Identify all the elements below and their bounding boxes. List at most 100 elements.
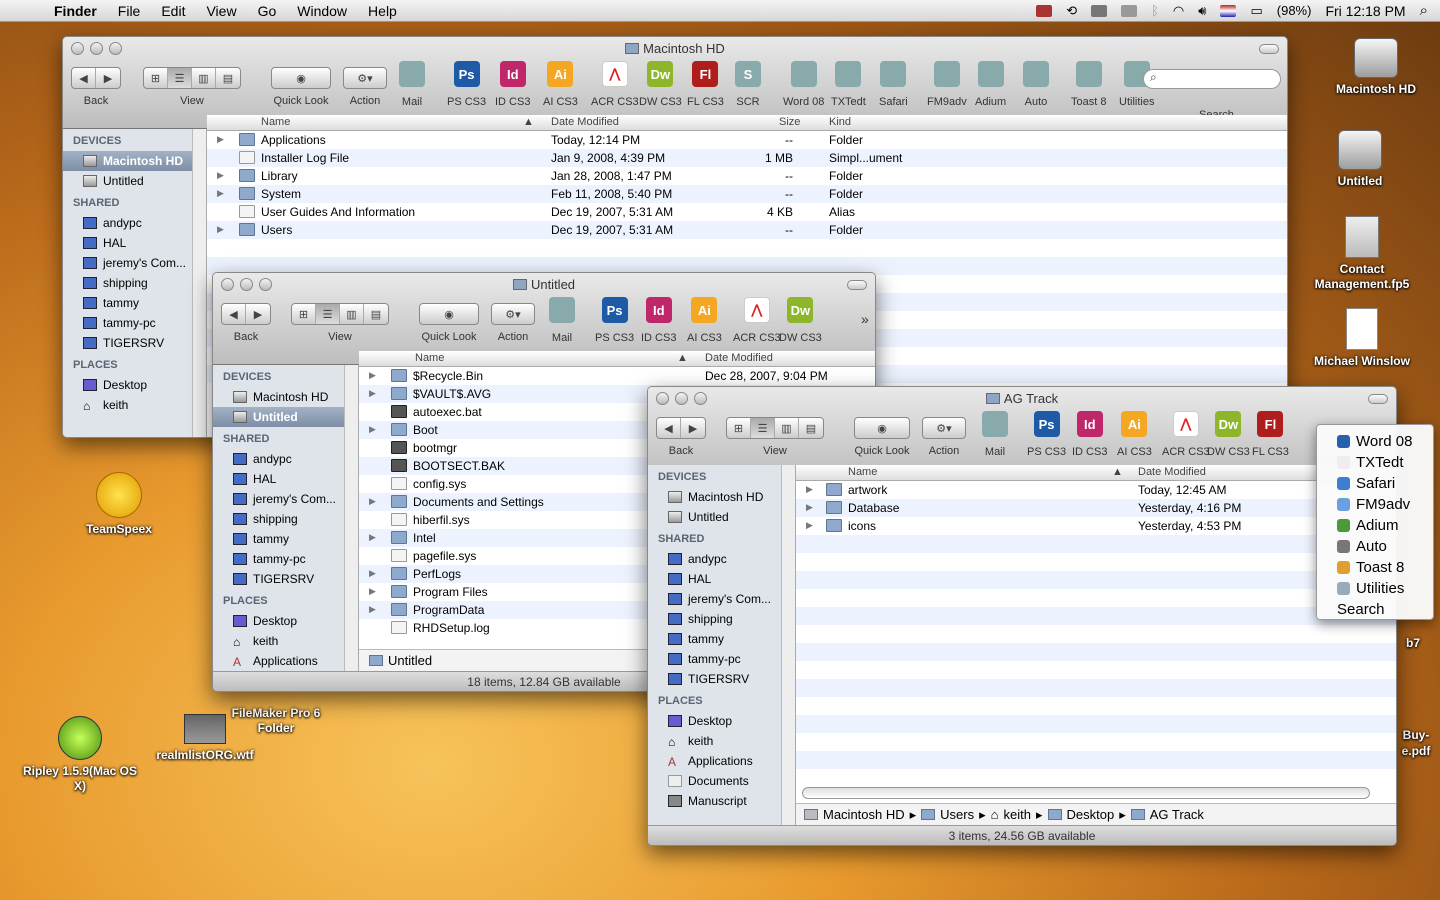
sidebar-item-shared[interactable]: shipping xyxy=(213,509,358,529)
sidebar-item-desktop[interactable]: Desktop xyxy=(213,611,358,631)
disclosure-triangle-icon[interactable]: ▶ xyxy=(369,424,376,435)
toolbar-id-cs3-button[interactable]: Id ID CS3 xyxy=(641,297,676,344)
toolbar-txtedt-button[interactable]: TXTedt xyxy=(831,61,866,108)
quick-look-button[interactable]: ◉ Quick Look xyxy=(271,61,331,107)
action-button[interactable]: ⚙▾ Action xyxy=(491,297,535,343)
toolbar-toggle-button[interactable] xyxy=(847,280,867,290)
sidebar-item-shared[interactable]: TIGERSRV xyxy=(213,569,358,589)
disclosure-triangle-icon[interactable]: ▶ xyxy=(217,224,224,235)
disclosure-triangle-icon[interactable]: ▶ xyxy=(806,502,813,513)
toolbar-ai-cs3-button[interactable]: Ai AI CS3 xyxy=(1117,411,1152,458)
quick-look-button[interactable]: ◉ Quick Look xyxy=(854,411,910,457)
column-name[interactable]: Name xyxy=(261,116,290,128)
overflow-menu-item[interactable]: Safari xyxy=(1317,473,1433,494)
column-date-modified[interactable]: Date Modified xyxy=(551,116,619,128)
menu-edit[interactable]: Edit xyxy=(161,3,185,19)
forward-arrow-icon[interactable]: ▶ xyxy=(681,418,705,438)
column-date-modified[interactable]: Date Modified xyxy=(1138,466,1206,478)
disclosure-triangle-icon[interactable]: ▶ xyxy=(369,532,376,543)
sidebar-item-shared[interactable]: HAL xyxy=(63,233,206,253)
table-row[interactable]: Installer Log File Jan 9, 2008, 4:39 PM 1 … xyxy=(207,149,1287,167)
toolbar-toggle-button[interactable] xyxy=(1368,394,1388,404)
battery-icon[interactable]: ▭ xyxy=(1250,3,1262,19)
sidebar-item-shared[interactable]: jeremy's Com... xyxy=(648,589,795,609)
time-machine-icon[interactable]: ⟲ xyxy=(1066,3,1077,19)
disclosure-triangle-icon[interactable]: ▶ xyxy=(369,370,376,381)
toolbar-overflow-chevron-icon[interactable]: » xyxy=(861,311,869,327)
toolbar-safari-button[interactable]: Safari xyxy=(879,61,908,108)
sidebar-item-untitled[interactable]: Untitled xyxy=(63,171,206,191)
overflow-menu-item[interactable]: Word 08 xyxy=(1317,431,1433,452)
toolbar-id-cs3-button[interactable]: Id ID CS3 xyxy=(495,61,530,108)
sidebar-item-desktop[interactable]: Desktop xyxy=(648,711,795,731)
forward-arrow-icon[interactable]: ▶ xyxy=(246,304,270,324)
wifi-icon[interactable]: ◠ xyxy=(1173,3,1184,19)
sidebar-item-desktop[interactable]: Desktop xyxy=(63,375,206,395)
path-item[interactable]: keith xyxy=(1004,807,1031,822)
sidebar-item-applications[interactable]: A Applications xyxy=(213,651,358,671)
sidebar-item-shared[interactable]: TIGERSRV xyxy=(648,669,795,689)
menu-view[interactable]: View xyxy=(206,3,236,19)
icon-view-icon[interactable]: ⊞ xyxy=(727,418,751,438)
menu-window[interactable]: Window xyxy=(297,3,347,19)
toolbar-fl-cs3-button[interactable]: Fl FL CS3 xyxy=(1252,411,1289,458)
overflow-menu-item[interactable]: Search xyxy=(1317,599,1433,620)
sidebar-item-shared[interactable]: jeremy's Com... xyxy=(63,253,206,273)
overflow-menu-item[interactable]: Toast 8 xyxy=(1317,557,1433,578)
column-date-modified[interactable]: Date Modified xyxy=(705,352,773,364)
disclosure-triangle-icon[interactable]: ▶ xyxy=(806,484,813,495)
sidebar-scrollbar[interactable] xyxy=(781,465,795,825)
list-view-icon[interactable]: ☰ xyxy=(168,68,192,88)
coverflow-view-icon[interactable]: ▤ xyxy=(799,418,823,438)
toolbar-id-cs3-button[interactable]: Id ID CS3 xyxy=(1072,411,1107,458)
column-view-icon[interactable]: ▥ xyxy=(775,418,799,438)
desktop-icon-ripley[interactable]: Ripley 1.5.9(Mac OS X) xyxy=(18,716,142,794)
toolbar-toggle-button[interactable] xyxy=(1259,44,1279,54)
table-row[interactable]: ▶ icons Yesterday, 4:53 PM xyxy=(796,517,1396,535)
back-arrow-icon[interactable]: ◀ xyxy=(657,418,681,438)
flag-icon[interactable] xyxy=(1220,4,1237,17)
sidebar-item-applications[interactable]: A Applications xyxy=(648,751,795,771)
disclosure-triangle-icon[interactable]: ▶ xyxy=(369,496,376,507)
sidebar-item-keith[interactable]: ⌂ keith xyxy=(63,395,206,415)
sidebar-item-shared[interactable]: tammy-pc xyxy=(648,649,795,669)
toolbar-ai-cs3-button[interactable]: Ai AI CS3 xyxy=(543,61,578,108)
path-item[interactable]: Desktop xyxy=(1067,807,1115,822)
table-row[interactable]: User Guides And Information Dec 19, 2007,… xyxy=(207,203,1287,221)
sidebar-item-shared[interactable]: HAL xyxy=(213,469,358,489)
column-kind[interactable]: Kind xyxy=(829,116,851,128)
toolbar-scr-button[interactable]: S SCR xyxy=(735,61,761,108)
toolbar-mail-button[interactable]: Mail xyxy=(982,411,1008,458)
toolbar-mail-button[interactable]: Mail xyxy=(549,297,575,344)
desktop-icon-contact-management[interactable]: Contact Management.fp5 xyxy=(1306,216,1418,292)
sidebar-item-macintosh-hd[interactable]: Macintosh HD xyxy=(63,151,206,171)
menu-file[interactable]: File xyxy=(118,3,141,19)
disclosure-triangle-icon[interactable]: ▶ xyxy=(369,586,376,597)
clock[interactable]: Fri 12:18 PM xyxy=(1325,3,1405,19)
sidebar-item-shared[interactable]: HAL xyxy=(648,569,795,589)
icon-view-icon[interactable]: ⊞ xyxy=(144,68,168,88)
disclosure-triangle-icon[interactable]: ▶ xyxy=(369,568,376,579)
table-row[interactable]: ▶ Database Yesterday, 4:16 PM xyxy=(796,499,1396,517)
sidebar-item-shared[interactable]: tammy-pc xyxy=(213,549,358,569)
sidebar-item-keith[interactable]: ⌂ keith xyxy=(213,631,358,651)
sidebar-item-shared[interactable]: shipping xyxy=(648,609,795,629)
icon-view-icon[interactable]: ⊞ xyxy=(292,304,316,324)
sidebar-scrollbar[interactable] xyxy=(192,129,206,437)
path-item[interactable]: Users xyxy=(940,807,974,822)
table-row[interactable]: ▶ $Recycle.Bin Dec 28, 2007, 9:04 PM xyxy=(359,367,875,385)
sidebar-item-keith[interactable]: ⌂ keith xyxy=(648,731,795,751)
table-row[interactable]: ▶ Users Dec 19, 2007, 5:31 AM -- Folder xyxy=(207,221,1287,239)
table-row[interactable]: ▶ System Feb 11, 2008, 5:40 PM -- Folder xyxy=(207,185,1287,203)
toolbar-dw-cs3-button[interactable]: Dw DW CS3 xyxy=(639,61,682,108)
sidebar-scrollbar[interactable] xyxy=(344,365,358,671)
toolbar-ps-cs3-button[interactable]: Ps PS CS3 xyxy=(447,61,486,108)
toolbar-word-08-button[interactable]: Word 08 xyxy=(783,61,824,108)
toolbar-ps-cs3-button[interactable]: Ps PS CS3 xyxy=(1027,411,1066,458)
column-name[interactable]: Name xyxy=(848,466,877,478)
sidebar-item-shared[interactable]: TIGERSRV xyxy=(63,333,206,353)
toolbar-ai-cs3-button[interactable]: Ai AI CS3 xyxy=(687,297,722,344)
horizontal-scrollbar[interactable] xyxy=(802,787,1370,799)
menu-help[interactable]: Help xyxy=(368,3,397,19)
sidebar-item-documents[interactable]: Documents xyxy=(648,771,795,791)
